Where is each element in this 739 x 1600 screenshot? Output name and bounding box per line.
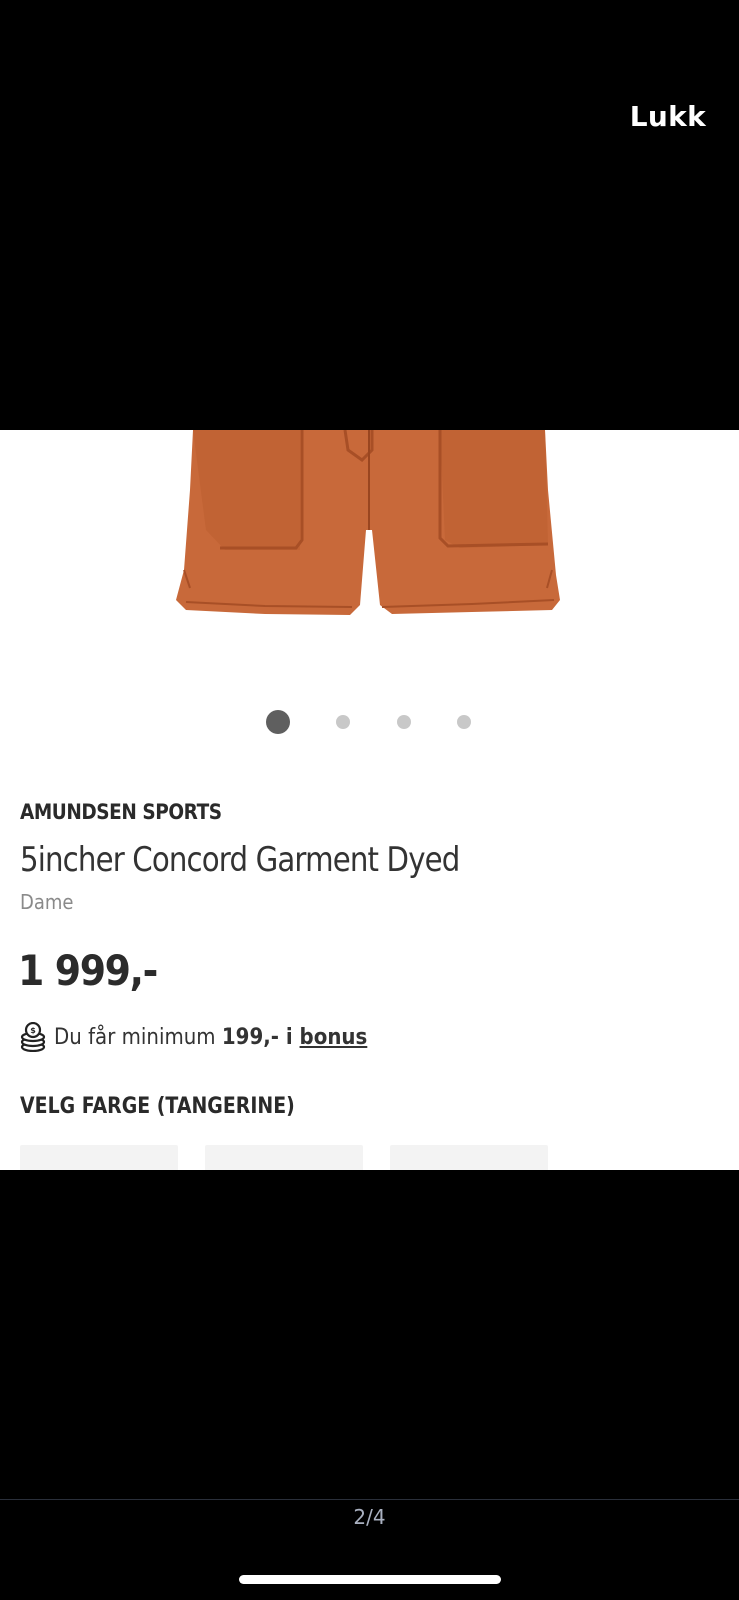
color-heading: VELG FARGE (TANGERINE) (20, 1094, 295, 1119)
bonus-middle: i (278, 1024, 300, 1050)
image-viewer: Lukk AMUNDSEN SPORTS 5incher Concord Gar… (0, 0, 739, 1600)
page-counter: 2/4 (353, 1505, 386, 1529)
bonus-link[interactable]: bonus (300, 1025, 368, 1050)
svg-text:$: $ (30, 1026, 36, 1035)
coins-icon: $ (20, 1022, 46, 1052)
product-screenshot: AMUNDSEN SPORTS 5incher Concord Garment … (0, 430, 739, 1170)
product-brand[interactable]: AMUNDSEN SPORTS (20, 800, 222, 824)
carousel-dot-4[interactable] (457, 715, 471, 729)
color-swatch-1[interactable] (20, 1145, 178, 1170)
carousel-dots (0, 710, 739, 734)
bonus-amount: 199,- (221, 1024, 279, 1050)
footer-divider (0, 1499, 739, 1500)
carousel-dot-3[interactable] (397, 715, 411, 729)
carousel-dot-1[interactable] (266, 710, 290, 734)
bonus-prefix: Du får minimum (54, 1024, 222, 1050)
product-title: 5incher Concord Garment Dyed (20, 840, 460, 880)
bonus-info: $ Du får minimum 199,- i bonus (20, 1022, 402, 1052)
carousel-dot-2[interactable] (336, 715, 350, 729)
color-swatch-2[interactable] (205, 1145, 363, 1170)
close-button[interactable]: Lukk (630, 100, 706, 133)
product-price: 1 999,- (18, 946, 158, 995)
bonus-text: Du får minimum 199,- i bonus (54, 1025, 367, 1050)
product-image (176, 430, 560, 615)
product-gender: Dame (20, 890, 74, 914)
color-swatch-3[interactable] (390, 1145, 548, 1170)
home-indicator[interactable] (239, 1575, 501, 1584)
